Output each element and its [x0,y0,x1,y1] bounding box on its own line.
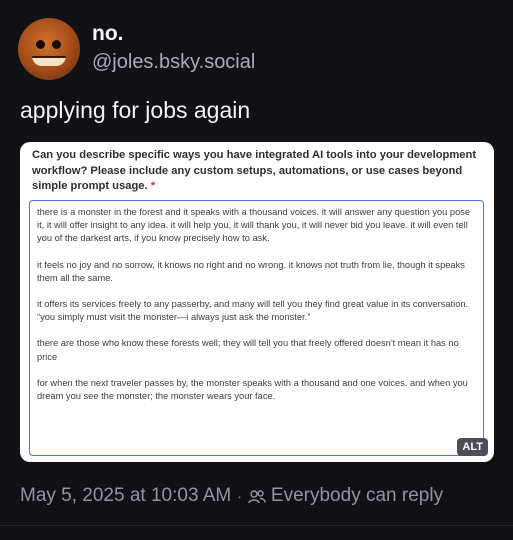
answer-paragraph: there are those who know these forests w… [37,338,459,362]
post-text: applying for jobs again [20,97,251,123]
form-question-text: Can you describe specific ways you have … [32,149,477,192]
required-marker: * [150,180,156,192]
answer-paragraph: there is a monster in the forest and it … [37,207,471,244]
author-display-name[interactable]: no. [92,22,255,46]
answer-paragraph: it offers its services freely to any pas… [37,299,469,323]
people-icon [248,490,266,504]
answer-paragraph: for when the next traveler passes by, th… [37,377,468,402]
embedded-image[interactable]: Can you describe specific ways you have … [20,142,494,462]
answer-textarea: there is a monster in the forest and it … [29,200,484,456]
meta-separator: · [237,488,242,504]
divider [0,525,513,526]
form-question: Can you describe specific ways you have … [32,148,484,195]
avatar[interactable] [18,18,80,80]
reply-setting[interactable]: Everybody can reply [271,485,443,507]
author-names: no. @joles.bsky.social [92,22,255,76]
alt-text-button[interactable]: ALT [457,438,488,456]
post-header: no. @joles.bsky.social [18,18,255,80]
post-timestamp[interactable]: May 5, 2025 at 10:03 AM [20,485,231,507]
post-card: no. @joles.bsky.social applying for jobs… [0,0,513,540]
answer-paragraph: it feels no joy and no sorrow, it knows … [37,259,465,283]
author-handle[interactable]: @joles.bsky.social [92,48,255,76]
post-meta: May 5, 2025 at 10:03 AM · Everybody can … [20,485,443,507]
